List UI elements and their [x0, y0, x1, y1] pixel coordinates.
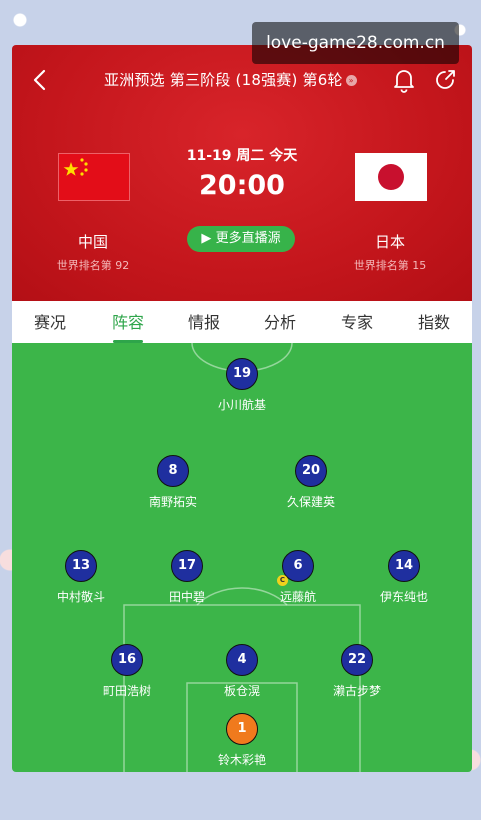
lineup-pitch: 19 小川航基 8 南野拓实 20 久保建英 13 中村敬斗 17 田中碧 6C… [12, 343, 472, 772]
player-goalkeeper[interactable]: 1 铃木彩艳 [182, 713, 302, 768]
player-name: 铃木彩艳 [217, 753, 266, 767]
player-name: 伊东纯也 [379, 590, 428, 604]
match-time: 20:00 [199, 170, 285, 201]
player-defense-2[interactable]: 4 板仓滉 [182, 644, 302, 699]
player-defense-3[interactable]: 22 濑古步梦 [297, 644, 417, 699]
tab-bar: 赛况 阵容 情报 分析 专家 指数 [12, 301, 472, 343]
home-team-name: 中国 [77, 233, 108, 251]
match-title[interactable]: 亚洲预选 第三阶段 (18强赛) 第6轮» [104, 69, 357, 90]
away-team-rank: 世界排名第 15 [353, 259, 427, 272]
chevron-right-icon: » [345, 75, 357, 86]
player-defense-1[interactable]: 16 町田浩树 [67, 644, 187, 699]
player-name: 濑古步梦 [332, 684, 381, 698]
tab-overview[interactable]: 赛况 [20, 301, 80, 343]
more-live-sources-button[interactable]: ▶ 更多直播源 [187, 226, 295, 252]
player-attacking-mid-1[interactable]: 8 南野拓实 [113, 455, 233, 510]
match-date: 11-19 周二 今天 [186, 148, 298, 164]
tab-experts[interactable]: 专家 [327, 301, 387, 343]
tab-analysis[interactable]: 分析 [250, 301, 310, 343]
player-number: 22 [341, 644, 373, 676]
player-name: 远藤航 [279, 590, 316, 604]
play-icon: ▶ [201, 231, 212, 246]
player-number-text: 6 [293, 558, 303, 573]
player-number: 16 [111, 644, 143, 676]
home-team-rank: 世界排名第 92 [56, 259, 130, 272]
player-name: 中村敬斗 [56, 590, 105, 604]
player-forward-1[interactable]: 19 小川航基 [182, 358, 302, 413]
share-icon[interactable] [432, 67, 458, 93]
player-number: 17 [171, 550, 203, 582]
player-name: 板仓滉 [223, 684, 260, 698]
watermark: love-game28.com.cn [252, 22, 459, 64]
player-number: 20 [295, 455, 327, 487]
tab-intel[interactable]: 情报 [174, 301, 234, 343]
player-midfield-2[interactable]: 17 田中碧 [127, 550, 247, 605]
player-name: 南野拓实 [148, 495, 197, 509]
captain-badge: C [277, 575, 288, 586]
player-name: 田中碧 [168, 590, 205, 604]
bell-icon[interactable] [392, 67, 416, 93]
player-name: 久保建英 [286, 495, 335, 509]
tab-odds[interactable]: 指数 [404, 301, 464, 343]
player-number: 13 [65, 550, 97, 582]
app-screen: 亚洲预选 第三阶段 (18强赛) 第6轮» 11-19 周二 今天 20:00 … [12, 45, 472, 772]
back-arrow-icon[interactable] [30, 67, 52, 93]
player-name: 町田浩树 [102, 684, 151, 698]
player-name: 小川航基 [217, 398, 266, 412]
player-midfield-3[interactable]: 6C 远藤航 [238, 550, 358, 605]
player-number: 19 [226, 358, 258, 390]
player-attacking-mid-2[interactable]: 20 久保建英 [251, 455, 371, 510]
away-team-name: 日本 [374, 233, 405, 251]
tab-lineup[interactable]: 阵容 [98, 301, 158, 343]
player-midfield-4[interactable]: 14 伊东纯也 [344, 550, 464, 605]
player-midfield-1[interactable]: 13 中村敬斗 [21, 550, 141, 605]
live-button-label: 更多直播源 [215, 231, 281, 246]
player-number: 6C [277, 550, 314, 586]
player-number: 14 [388, 550, 420, 582]
player-number: 8 [157, 455, 189, 487]
player-number: 4 [226, 644, 258, 676]
player-number: 1 [226, 713, 258, 745]
competition-title: 亚洲预选 第三阶段 (18强赛) 第6轮 [104, 71, 343, 89]
match-header: 亚洲预选 第三阶段 (18强赛) 第6轮» 11-19 周二 今天 20:00 … [12, 45, 472, 301]
